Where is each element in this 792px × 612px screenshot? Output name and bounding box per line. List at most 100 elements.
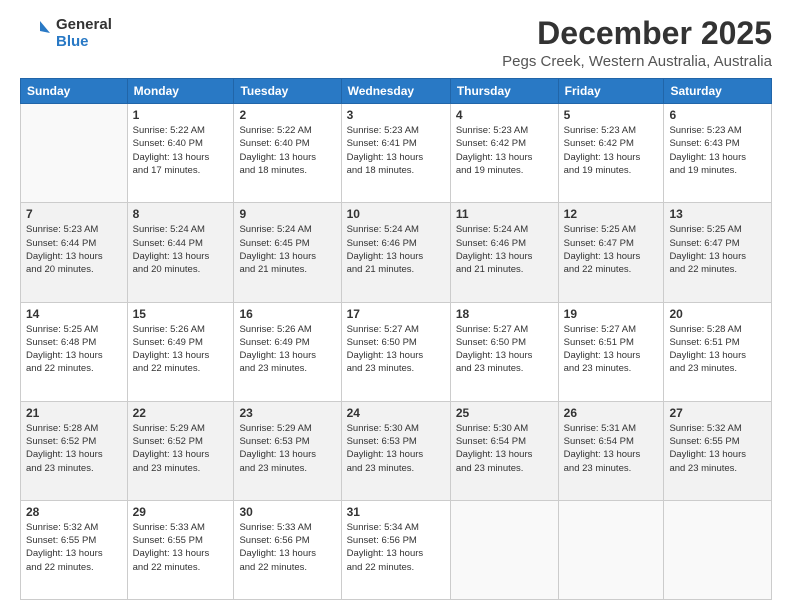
calendar-cell: 9 Sunrise: 5:24 AM Sunset: 6:45 PM Daylig… — [234, 203, 341, 302]
day-info: Sunrise: 5:24 AM Sunset: 6:44 PM Dayligh… — [133, 223, 229, 276]
day-number: 28 — [26, 505, 122, 519]
week-row-2: 7Sunrise: 5:23 AM Sunset: 6:44 PM Daylig… — [21, 203, 772, 302]
day-number: 22 — [133, 406, 229, 420]
calendar-cell — [664, 500, 772, 599]
day-info: Sunrise: 5:28 AM Sunset: 6:52 PM Dayligh… — [26, 422, 122, 475]
day-number: 10 — [347, 207, 445, 221]
calendar-cell — [450, 500, 558, 599]
calendar-header-row: SundayMondayTuesdayWednesdayThursdayFrid… — [21, 79, 772, 104]
calendar-cell: 7Sunrise: 5:23 AM Sunset: 6:44 PM Daylig… — [21, 203, 128, 302]
day-info: Sunrise: 5:22 AM Sunset: 6:40 PM Dayligh… — [239, 124, 335, 177]
day-info: Sunrise: 5:29 AM Sunset: 6:53 PM Dayligh… — [239, 422, 335, 475]
title-area: December 2025 Pegs Creek, Western Austra… — [112, 16, 772, 70]
header-sunday: Sunday — [21, 79, 128, 104]
week-row-1: 1Sunrise: 5:22 AM Sunset: 6:40 PM Daylig… — [21, 104, 772, 203]
day-info: Sunrise: 5:32 AM Sunset: 6:55 PM Dayligh… — [669, 422, 766, 475]
logo-general: General — [56, 16, 112, 33]
day-number: 2 — [239, 108, 335, 122]
day-number: 26 — [564, 406, 659, 420]
day-info: Sunrise: 5:24 AM Sunset: 6:45 PM Dayligh… — [239, 223, 335, 276]
calendar-cell: 18Sunrise: 5:27 AM Sunset: 6:50 PM Dayli… — [450, 302, 558, 401]
day-info: Sunrise: 5:33 AM Sunset: 6:56 PM Dayligh… — [239, 521, 335, 574]
calendar-cell: 19 Sunrise: 5:27 AM Sunset: 6:51 PM Dayli… — [558, 302, 664, 401]
day-info: Sunrise: 5:23 AM Sunset: 6:42 PM Dayligh… — [564, 124, 659, 177]
calendar-cell: 13 Sunrise: 5:25 AM Sunset: 6:47 PM Dayli… — [664, 203, 772, 302]
calendar-cell: 1Sunrise: 5:22 AM Sunset: 6:40 PM Daylig… — [127, 104, 234, 203]
day-info: Sunrise: 5:25 AM Sunset: 6:48 PM Dayligh… — [26, 323, 122, 376]
calendar-cell: 23 Sunrise: 5:29 AM Sunset: 6:53 PM Dayli… — [234, 401, 341, 500]
calendar-subtitle: Pegs Creek, Western Australia, Australia — [112, 53, 772, 70]
calendar-cell: 11Sunrise: 5:24 AM Sunset: 6:46 PM Dayli… — [450, 203, 558, 302]
day-info: Sunrise: 5:27 AM Sunset: 6:51 PM Dayligh… — [564, 323, 659, 376]
calendar-cell: 17Sunrise: 5:27 AM Sunset: 6:50 PM Dayli… — [341, 302, 450, 401]
day-info: Sunrise: 5:26 AM Sunset: 6:49 PM Dayligh… — [133, 323, 229, 376]
calendar-cell: 5 Sunrise: 5:23 AM Sunset: 6:42 PM Daylig… — [558, 104, 664, 203]
calendar-cell: 21 Sunrise: 5:28 AM Sunset: 6:52 PM Dayli… — [21, 401, 128, 500]
calendar-cell: 26 Sunrise: 5:31 AM Sunset: 6:54 PM Dayli… — [558, 401, 664, 500]
day-number: 20 — [669, 307, 766, 321]
day-number: 21 — [26, 406, 122, 420]
day-info: Sunrise: 5:30 AM Sunset: 6:54 PM Dayligh… — [456, 422, 553, 475]
day-number: 3 — [347, 108, 445, 122]
calendar-cell: 3 Sunrise: 5:23 AM Sunset: 6:41 PM Daylig… — [341, 104, 450, 203]
day-number: 12 — [564, 207, 659, 221]
day-number: 8 — [133, 207, 229, 221]
day-info: Sunrise: 5:24 AM Sunset: 6:46 PM Dayligh… — [347, 223, 445, 276]
day-number: 4 — [456, 108, 553, 122]
day-info: Sunrise: 5:31 AM Sunset: 6:54 PM Dayligh… — [564, 422, 659, 475]
calendar-cell: 6 Sunrise: 5:23 AM Sunset: 6:43 PM Daylig… — [664, 104, 772, 203]
calendar-cell: 24 Sunrise: 5:30 AM Sunset: 6:53 PM Dayli… — [341, 401, 450, 500]
calendar-cell: 22 Sunrise: 5:29 AM Sunset: 6:52 PM Dayli… — [127, 401, 234, 500]
logo-blue: Blue — [56, 33, 112, 50]
day-info: Sunrise: 5:34 AM Sunset: 6:56 PM Dayligh… — [347, 521, 445, 574]
day-info: Sunrise: 5:26 AM Sunset: 6:49 PM Dayligh… — [239, 323, 335, 376]
day-number: 9 — [239, 207, 335, 221]
logo-area: General Blue — [20, 16, 112, 51]
day-number: 23 — [239, 406, 335, 420]
day-number: 11 — [456, 207, 553, 221]
day-info: Sunrise: 5:29 AM Sunset: 6:52 PM Dayligh… — [133, 422, 229, 475]
header-thursday: Thursday — [450, 79, 558, 104]
day-number: 31 — [347, 505, 445, 519]
day-number: 5 — [564, 108, 659, 122]
header-saturday: Saturday — [664, 79, 772, 104]
header: General Blue December 2025 Pegs Creek, W… — [20, 16, 772, 70]
header-friday: Friday — [558, 79, 664, 104]
day-number: 24 — [347, 406, 445, 420]
day-info: Sunrise: 5:27 AM Sunset: 6:50 PM Dayligh… — [347, 323, 445, 376]
week-row-3: 14Sunrise: 5:25 AM Sunset: 6:48 PM Dayli… — [21, 302, 772, 401]
calendar-cell: 14Sunrise: 5:25 AM Sunset: 6:48 PM Dayli… — [21, 302, 128, 401]
calendar-cell: 10 Sunrise: 5:24 AM Sunset: 6:46 PM Dayli… — [341, 203, 450, 302]
calendar-cell: 20 Sunrise: 5:28 AM Sunset: 6:51 PM Dayli… — [664, 302, 772, 401]
calendar-cell: 2 Sunrise: 5:22 AM Sunset: 6:40 PM Daylig… — [234, 104, 341, 203]
day-number: 19 — [564, 307, 659, 321]
calendar-cell: 28 Sunrise: 5:32 AM Sunset: 6:55 PM Dayli… — [21, 500, 128, 599]
day-number: 16 — [239, 307, 335, 321]
day-number: 7 — [26, 207, 122, 221]
week-row-5: 28 Sunrise: 5:32 AM Sunset: 6:55 PM Dayli… — [21, 500, 772, 599]
day-info: Sunrise: 5:28 AM Sunset: 6:51 PM Dayligh… — [669, 323, 766, 376]
calendar-cell: 16 Sunrise: 5:26 AM Sunset: 6:49 PM Dayli… — [234, 302, 341, 401]
day-info: Sunrise: 5:25 AM Sunset: 6:47 PM Dayligh… — [669, 223, 766, 276]
logo: General Blue — [20, 16, 112, 51]
day-number: 27 — [669, 406, 766, 420]
day-number: 25 — [456, 406, 553, 420]
day-number: 18 — [456, 307, 553, 321]
day-info: Sunrise: 5:23 AM Sunset: 6:43 PM Dayligh… — [669, 124, 766, 177]
day-number: 30 — [239, 505, 335, 519]
day-number: 29 — [133, 505, 229, 519]
day-number: 6 — [669, 108, 766, 122]
calendar-cell: 4 Sunrise: 5:23 AM Sunset: 6:42 PM Daylig… — [450, 104, 558, 203]
day-info: Sunrise: 5:25 AM Sunset: 6:47 PM Dayligh… — [564, 223, 659, 276]
day-number: 13 — [669, 207, 766, 221]
calendar-cell: 29Sunrise: 5:33 AM Sunset: 6:55 PM Dayli… — [127, 500, 234, 599]
calendar-cell — [21, 104, 128, 203]
calendar-cell: 15Sunrise: 5:26 AM Sunset: 6:49 PM Dayli… — [127, 302, 234, 401]
calendar-table: SundayMondayTuesdayWednesdayThursdayFrid… — [20, 78, 772, 600]
header-wednesday: Wednesday — [341, 79, 450, 104]
day-info: Sunrise: 5:23 AM Sunset: 6:41 PM Dayligh… — [347, 124, 445, 177]
day-info: Sunrise: 5:30 AM Sunset: 6:53 PM Dayligh… — [347, 422, 445, 475]
day-info: Sunrise: 5:32 AM Sunset: 6:55 PM Dayligh… — [26, 521, 122, 574]
day-info: Sunrise: 5:23 AM Sunset: 6:42 PM Dayligh… — [456, 124, 553, 177]
calendar-cell — [558, 500, 664, 599]
